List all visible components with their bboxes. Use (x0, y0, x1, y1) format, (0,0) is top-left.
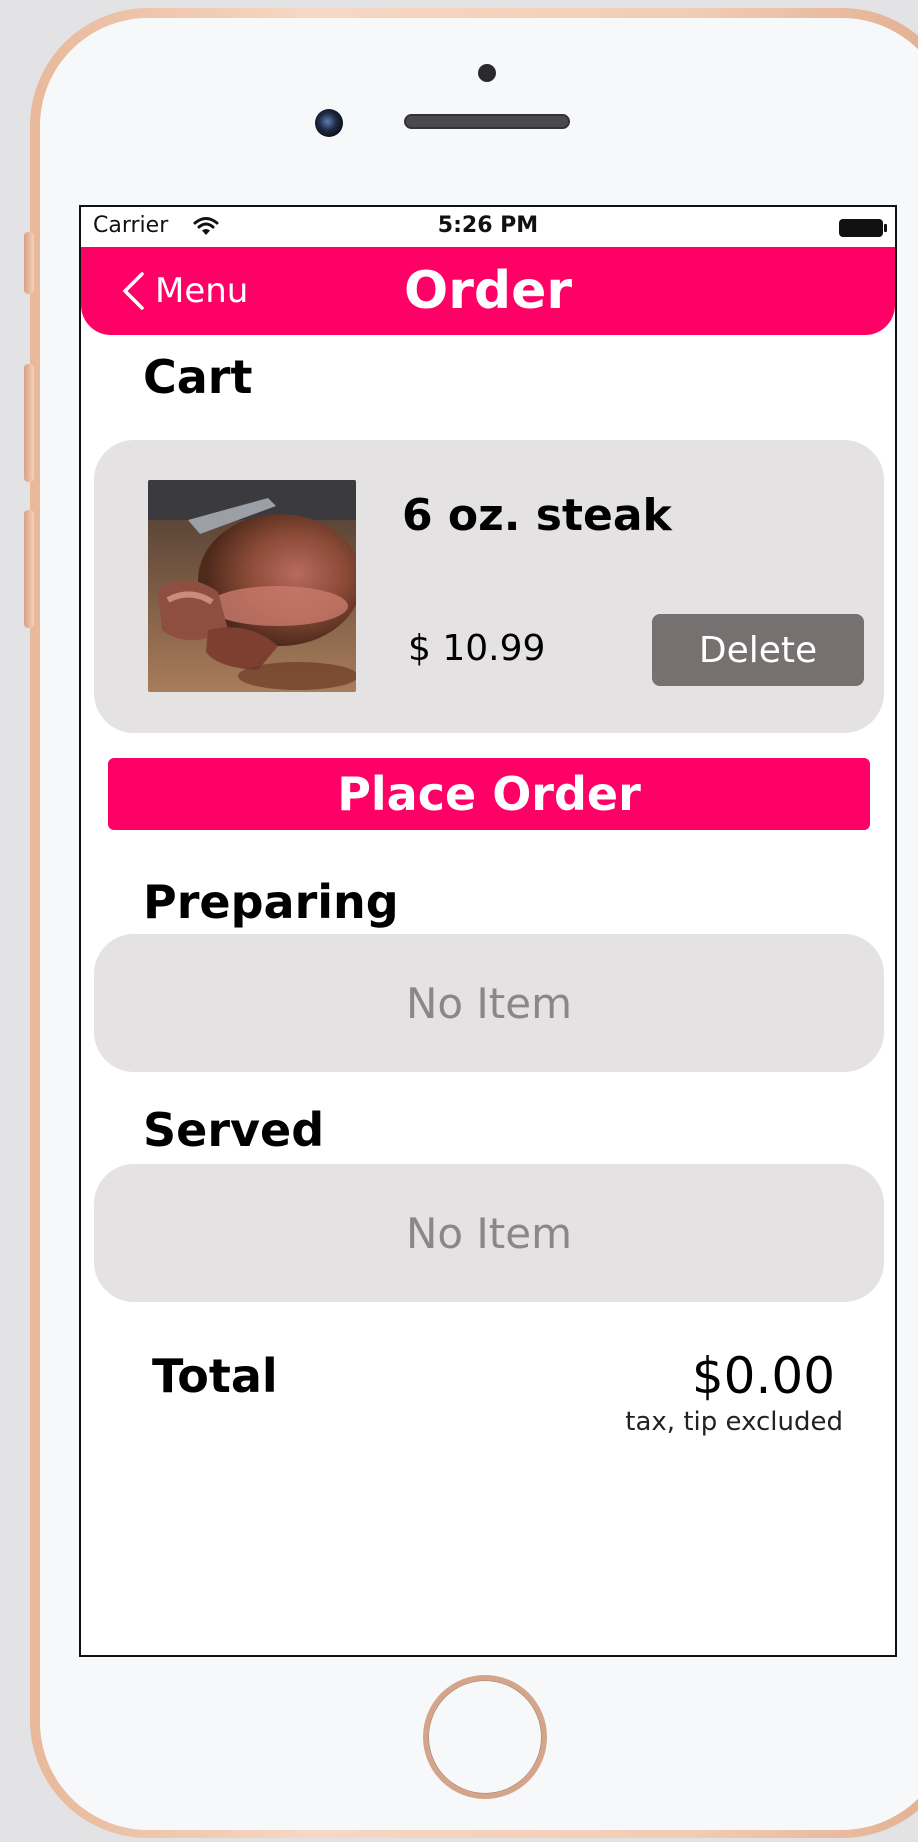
place-order-button[interactable]: Place Order (108, 758, 870, 830)
item-price: $ 10.99 (408, 628, 546, 669)
status-bar: Carrier 5:26 PM (81, 207, 895, 247)
served-card: No Item (94, 1164, 884, 1302)
battery-icon (839, 219, 887, 239)
total-note: tax, tip excluded (625, 1407, 843, 1437)
cart-item-card: 6 oz. steak $ 10.99 Delete (94, 440, 884, 733)
served-heading: Served (143, 1103, 325, 1157)
proximity-sensor (478, 64, 496, 82)
earpiece-speaker (404, 114, 570, 129)
served-empty-text: No Item (405, 1208, 573, 1258)
cart-heading: Cart (143, 350, 253, 404)
status-time: 5:26 PM (437, 213, 539, 238)
preparing-card: No Item (94, 934, 884, 1072)
preparing-empty-text: No Item (405, 978, 573, 1028)
steak-image (148, 480, 356, 692)
page-title: Order (404, 261, 572, 321)
preparing-heading: Preparing (143, 875, 399, 929)
item-name: 6 oz. steak (402, 490, 672, 541)
volume-up-button (24, 364, 34, 482)
app-screen: Carrier 5:26 PM Menu Order Cart 6 oz. st… (79, 205, 897, 1657)
home-button[interactable] (423, 1675, 547, 1799)
delete-item-button[interactable]: Delete (652, 614, 864, 686)
navigation-bar: Menu Order (81, 247, 895, 335)
total-label: Total (152, 1349, 278, 1403)
total-value: $0.00 (691, 1347, 835, 1405)
mute-switch (24, 232, 34, 294)
volume-down-button (24, 510, 34, 628)
front-camera-icon (315, 109, 343, 137)
